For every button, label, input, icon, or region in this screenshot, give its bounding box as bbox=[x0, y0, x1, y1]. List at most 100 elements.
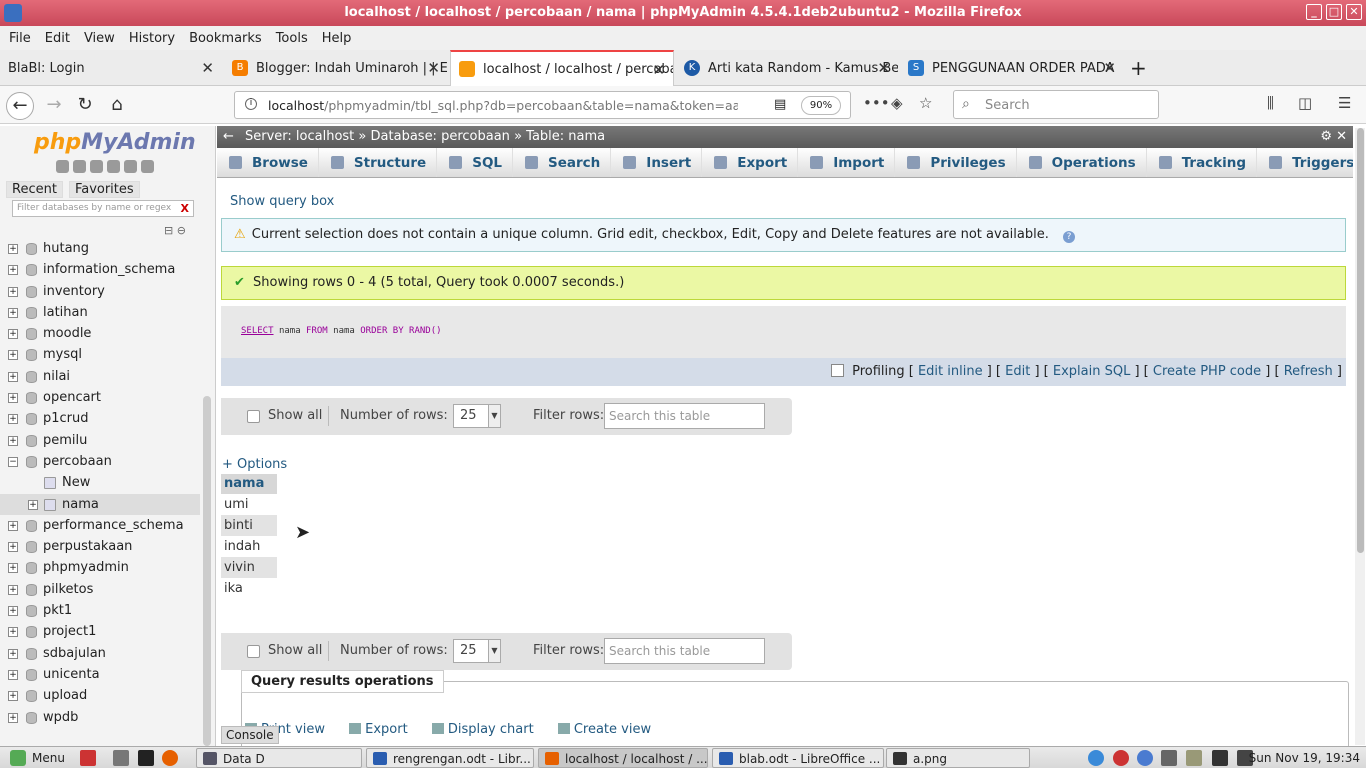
db-item-latihan[interactable]: + latihan bbox=[0, 302, 200, 323]
maximize-button[interactable]: □ bbox=[1326, 4, 1342, 20]
page-settings-icon[interactable]: ⚙ ✕ bbox=[1320, 126, 1347, 148]
tab-privileges[interactable]: Privileges bbox=[895, 148, 1017, 177]
close-tab-icon[interactable]: ✕ bbox=[877, 59, 890, 77]
collapse-all-icon[interactable]: ⊟ ⊖ bbox=[164, 224, 186, 237]
filter-rows-input[interactable]: Search this table bbox=[604, 638, 765, 664]
db-item-phpmyadmin[interactable]: + phpmyadmin bbox=[0, 557, 200, 578]
number-of-rows-select[interactable]: 25 ▼ bbox=[453, 639, 501, 663]
info-icon[interactable]: i bbox=[245, 98, 257, 110]
db-item-pkt1[interactable]: + pkt1 bbox=[0, 600, 200, 621]
home-icon[interactable] bbox=[56, 160, 69, 173]
settings-icon[interactable] bbox=[124, 160, 137, 173]
create-php-code-link[interactable]: Create PHP code bbox=[1153, 364, 1261, 379]
forward-arrow-icon[interactable]: → bbox=[40, 92, 68, 120]
filter-databases-input[interactable]: Filter databases by name or regex X bbox=[12, 200, 194, 217]
tab-penggunaan-order[interactable]: S PENGGUNAAN ORDER PADA ✕ bbox=[900, 50, 1124, 86]
zoom-level[interactable]: 90% bbox=[801, 96, 841, 115]
breadcrumb-database[interactable]: Database: percobaan bbox=[371, 129, 510, 144]
taskbar-item-data-d[interactable]: Data D bbox=[196, 748, 362, 768]
home-icon[interactable]: ⌂ bbox=[103, 92, 131, 120]
db-item-information-schema[interactable]: + information_schema bbox=[0, 259, 200, 280]
tab-browse[interactable]: Browse bbox=[217, 148, 319, 177]
db-item-wpdb[interactable]: + wpdb bbox=[0, 707, 200, 728]
close-tab-icon[interactable]: ✕ bbox=[652, 61, 665, 79]
clear-filter-icon[interactable]: X bbox=[181, 201, 189, 216]
db-item-percobaan[interactable]: − percobaan bbox=[0, 451, 200, 472]
db-item-hutang[interactable]: + hutang bbox=[0, 238, 200, 259]
db-item-pilketos[interactable]: + pilketos bbox=[0, 579, 200, 600]
taskbar-item-a-png[interactable]: a.png bbox=[886, 748, 1030, 768]
filter-rows-input[interactable]: Search this table bbox=[604, 403, 765, 429]
terminal-launcher-icon[interactable] bbox=[138, 750, 154, 766]
hamburger-menu-icon[interactable]: ☰ bbox=[1338, 94, 1351, 112]
tab-blogger[interactable]: B Blogger: Indah Uminaroh | | E ✕ bbox=[224, 50, 448, 86]
notes-tray-icon[interactable] bbox=[1186, 750, 1202, 766]
menu-edit[interactable]: Edit bbox=[40, 31, 75, 46]
console-toggle[interactable]: Console bbox=[221, 726, 279, 744]
close-tab-icon[interactable]: ✕ bbox=[201, 59, 214, 77]
export-link[interactable]: Export bbox=[349, 722, 418, 737]
new-tab-icon[interactable]: + bbox=[1130, 56, 1147, 80]
files-launcher-icon[interactable] bbox=[113, 750, 129, 766]
tab-import[interactable]: Import bbox=[798, 148, 896, 177]
number-of-rows-select[interactable]: 25 ▼ bbox=[453, 404, 501, 428]
menu-tools[interactable]: Tools bbox=[271, 31, 313, 46]
db-item-moodle[interactable]: + moodle bbox=[0, 323, 200, 344]
menu-file[interactable]: File bbox=[4, 31, 36, 46]
library-icon[interactable]: ⫼ bbox=[1267, 94, 1274, 112]
create-view-link[interactable]: Create view bbox=[557, 722, 661, 737]
close-window-button[interactable]: ✕ bbox=[1346, 4, 1362, 20]
menu-history[interactable]: History bbox=[124, 31, 180, 46]
reload-nav-icon[interactable] bbox=[141, 160, 154, 173]
tab-operations[interactable]: Operations bbox=[1017, 148, 1147, 177]
start-menu-button[interactable]: Menu bbox=[4, 748, 65, 768]
edit-inline-link[interactable]: Edit inline bbox=[918, 364, 983, 379]
breadcrumb-table[interactable]: Table: nama bbox=[526, 129, 605, 144]
db-item-nilai[interactable]: + nilai bbox=[0, 366, 200, 387]
minimize-button[interactable]: _ bbox=[1306, 4, 1322, 20]
network-tray-icon[interactable] bbox=[1161, 750, 1177, 766]
db-item-p1crud[interactable]: + p1crud bbox=[0, 408, 200, 429]
db-item-pemilu[interactable]: + pemilu bbox=[0, 430, 200, 451]
sidebar-toggle-icon[interactable]: ◫ bbox=[1298, 94, 1312, 112]
tab-arti-kata[interactable]: K Arti kata Random - Kamus Be ✕ bbox=[676, 50, 898, 86]
bluetooth-tray-icon[interactable] bbox=[1137, 750, 1153, 766]
close-tab-icon[interactable]: ✕ bbox=[1103, 59, 1116, 77]
db-item-opencart[interactable]: + opencart bbox=[0, 387, 200, 408]
reader-view-icon[interactable]: ▤ bbox=[774, 97, 786, 112]
query-window-icon[interactable] bbox=[90, 160, 103, 173]
tab-insert[interactable]: Insert bbox=[611, 148, 703, 177]
favorites-tab[interactable]: Favorites bbox=[68, 181, 140, 198]
display-chart-link[interactable]: Display chart bbox=[431, 722, 544, 737]
docs-icon[interactable] bbox=[107, 160, 120, 173]
url-bar[interactable]: i localhost/phpmyadmin/tbl_sql.php?db=pe… bbox=[234, 91, 851, 119]
logout-icon[interactable] bbox=[73, 160, 86, 173]
firefox-launcher-icon[interactable] bbox=[162, 750, 178, 766]
shield-tray-icon[interactable] bbox=[1113, 750, 1129, 766]
tab-sql[interactable]: SQL bbox=[437, 148, 514, 177]
show-all-checkbox[interactable] bbox=[247, 645, 260, 658]
phpmyadmin-logo[interactable]: phpMyAdmin bbox=[34, 130, 196, 155]
launcher-icon[interactable] bbox=[80, 750, 96, 766]
db-item-perpustakaan[interactable]: + perpustakaan bbox=[0, 536, 200, 557]
volume-tray-icon[interactable] bbox=[1212, 750, 1228, 766]
tab-triggers[interactable]: Triggers bbox=[1257, 148, 1353, 177]
table-item-nama[interactable]: + nama bbox=[0, 493, 200, 515]
menu-help[interactable]: Help bbox=[317, 31, 357, 46]
tab-search[interactable]: Search bbox=[513, 148, 612, 177]
db-item-unicenta[interactable]: + unicenta bbox=[0, 664, 200, 685]
table-item-new[interactable]: New bbox=[0, 472, 200, 493]
edit-link[interactable]: Edit bbox=[1005, 364, 1030, 379]
recent-tab[interactable]: Recent bbox=[6, 181, 63, 198]
back-arrow-icon[interactable]: ← bbox=[6, 92, 34, 120]
db-item-sdbajulan[interactable]: + sdbajulan bbox=[0, 643, 200, 664]
show-query-box-link[interactable]: Show query box bbox=[230, 194, 334, 209]
page-scrollbar[interactable] bbox=[1355, 128, 1365, 745]
db-item-mysql[interactable]: + mysql bbox=[0, 344, 200, 365]
show-all-checkbox[interactable] bbox=[247, 410, 260, 423]
tab-export[interactable]: Export bbox=[702, 148, 799, 177]
menu-view[interactable]: View bbox=[79, 31, 120, 46]
db-item-performance-schema[interactable]: + performance_schema bbox=[0, 515, 200, 536]
breadcrumb-server[interactable]: Server: localhost bbox=[245, 129, 354, 144]
clock[interactable]: Sun Nov 19, 19:34 bbox=[1249, 748, 1360, 768]
